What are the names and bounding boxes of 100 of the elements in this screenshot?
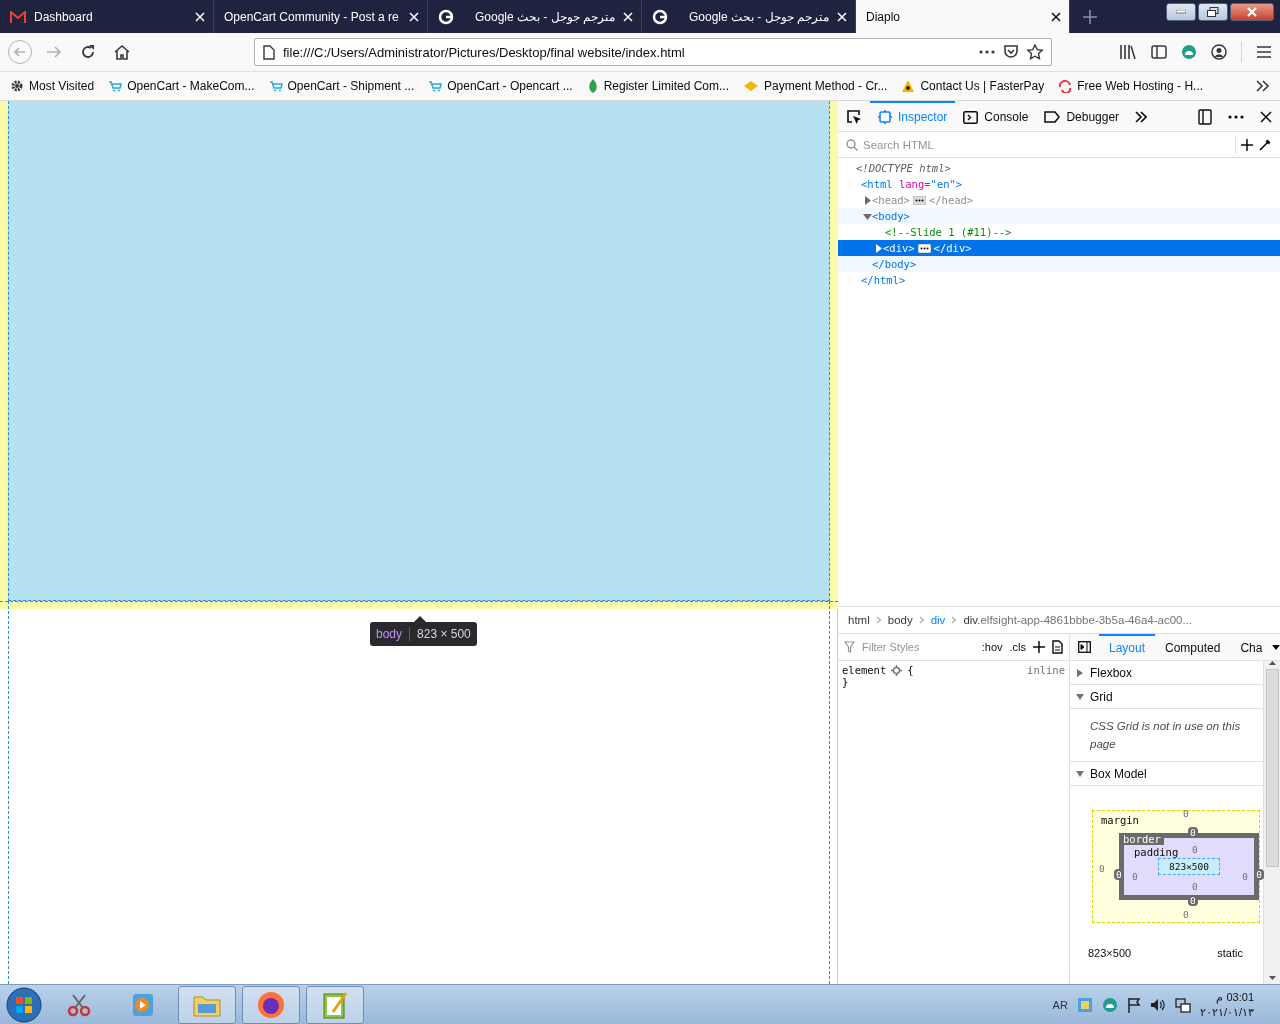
box-value: 0	[1183, 909, 1189, 920]
closing-tag: </html>	[861, 274, 906, 286]
cls-toggle[interactable]: .cls	[1009, 641, 1026, 653]
bookmark-item[interactable]: Contact Us | FasterPay	[901, 79, 1045, 93]
more-icon	[1228, 115, 1244, 119]
box-value: 0	[1192, 844, 1198, 855]
sidebar-tab[interactable]: Computed	[1155, 634, 1231, 660]
console-icon	[963, 110, 979, 124]
rule-source: inline	[1027, 664, 1065, 676]
bookmark-item[interactable]: Payment Method - Cr...	[743, 79, 888, 93]
home-icon	[114, 44, 130, 60]
mail-icon	[10, 10, 26, 23]
collapse-triangle-icon[interactable]	[863, 211, 872, 221]
brace: {	[907, 664, 914, 676]
taskbar-app[interactable]	[242, 985, 300, 1024]
devtools-tab[interactable]: Console	[955, 101, 1037, 131]
bookmark-item[interactable]: Most Visited	[10, 79, 95, 93]
tree-row[interactable]: <div> </div>	[838, 240, 1280, 256]
browser-tab[interactable]: Diaplo	[856, 0, 1070, 33]
dropdown-icon[interactable]	[1272, 644, 1280, 650]
clock[interactable]: 03:01 م ٢٠٢١/٠١/١٣	[1199, 989, 1254, 1020]
chevron-right-icon	[918, 616, 925, 624]
leaf-icon	[586, 78, 599, 94]
document-icon[interactable]	[1052, 640, 1063, 654]
expand-triangle-icon	[1076, 668, 1084, 677]
language-indicator[interactable]: AR	[1052, 998, 1068, 1011]
inspector-icon	[878, 110, 892, 124]
pick-cursor-icon	[846, 109, 862, 125]
star-icon[interactable]	[1027, 44, 1043, 60]
expand-triangle-icon[interactable]	[874, 243, 883, 253]
sidebar-icon[interactable]	[1151, 45, 1167, 59]
scroll-down-icon	[1268, 976, 1276, 980]
panel-toggle-icon[interactable]	[1078, 641, 1091, 653]
comment-text: <!--Slide 1 (#11)-->	[885, 226, 1012, 238]
page-icon	[263, 44, 275, 60]
ellipsis-icon[interactable]	[917, 243, 931, 253]
section-header[interactable]: Flexbox	[1070, 661, 1263, 685]
box-value: 0	[1192, 881, 1198, 892]
eyedropper-icon[interactable]	[1258, 137, 1272, 152]
minimize-icon	[1176, 10, 1186, 14]
close-icon	[1247, 7, 1257, 17]
tray-app-icon[interactable]	[1101, 996, 1118, 1013]
taskbar-app[interactable]	[306, 985, 364, 1024]
closing-tag: </head>	[928, 194, 974, 206]
flag-icon[interactable]	[1126, 996, 1141, 1013]
taskbar-app[interactable]	[178, 985, 236, 1024]
close-button[interactable]	[1230, 3, 1274, 21]
devtools-tab[interactable]: Debugger	[1036, 101, 1128, 131]
bookmark-item[interactable]: OpenCart - Shipment ...	[268, 79, 415, 93]
network-icon[interactable]	[1174, 996, 1191, 1013]
menu-icon[interactable]	[1256, 45, 1272, 59]
element-tag[interactable]: <body>	[872, 210, 910, 222]
restore-button[interactable]	[1198, 3, 1228, 21]
hov-toggle[interactable]: :hov	[981, 641, 1003, 653]
position-value: static	[1217, 947, 1243, 959]
sidebar-tab[interactable]: Cha	[1230, 634, 1273, 660]
address-field[interactable]: file:///C:/Users/Administrator/Pictures/Desktop/final website/index.html	[254, 38, 1052, 66]
border-value: 0	[1188, 827, 1198, 838]
collapse-triangle-icon	[1076, 769, 1084, 778]
account-icon[interactable]	[1211, 44, 1227, 60]
reload-icon	[80, 44, 96, 60]
border-value: 0	[1254, 869, 1264, 880]
bookmark-item[interactable]: OpenCart - MakeCom...	[108, 79, 255, 93]
add-icon[interactable]	[1241, 138, 1253, 151]
border-label: border	[1120, 833, 1164, 845]
start-button[interactable]	[6, 985, 44, 1024]
tree-row[interactable]: <body>	[838, 208, 1280, 224]
sidebar-tab[interactable]: Layout	[1099, 634, 1156, 660]
breadcrumb-item[interactable]: div	[930, 614, 946, 626]
breadcrumb-item[interactable]: div.elfsight-app-4861bbbe-3b5a-46a4-ac00...	[963, 614, 1193, 626]
margin-label: margin	[1101, 814, 1139, 826]
breadcrumb-item[interactable]: body	[887, 614, 913, 626]
speaker-icon[interactable]	[1149, 997, 1166, 1012]
box-value: 0	[1099, 863, 1105, 874]
tree-row[interactable]: <html lang="en">	[838, 176, 1280, 192]
pocket-icon[interactable]	[1003, 44, 1019, 60]
close-icon[interactable]	[1051, 11, 1061, 22]
add-icon[interactable]	[1033, 641, 1045, 653]
devtools-tab[interactable]: Inspector	[870, 101, 956, 131]
bookmark-item[interactable]: Free Web Hosting - H...	[1058, 79, 1204, 93]
cart-icon	[428, 80, 443, 92]
library-icon[interactable]	[1119, 44, 1137, 60]
breadcrumb-item[interactable]: html	[848, 614, 870, 626]
new-tab-icon[interactable]	[1083, 9, 1097, 24]
bookmark-item[interactable]: OpenCart - Opencart ...	[428, 79, 573, 93]
search-icon	[846, 138, 858, 151]
google-icon	[438, 8, 454, 25]
expand-triangle-icon[interactable]	[863, 195, 872, 205]
target-icon[interactable]	[891, 664, 903, 676]
element-tag[interactable]: <html lang="en">	[861, 178, 963, 190]
bookmark-item[interactable]: Register Limited Com...	[586, 78, 729, 94]
border-value: 0	[1114, 869, 1124, 880]
box-value: 0	[1132, 871, 1138, 882]
more-icon[interactable]	[979, 50, 995, 54]
google-icon	[652, 8, 668, 25]
element-tag[interactable]: <div>	[883, 242, 915, 254]
scrollbar[interactable]	[1263, 661, 1280, 984]
ellipsis-icon[interactable]	[912, 195, 926, 205]
chevron-right-icon[interactable]	[1256, 80, 1270, 92]
minimize-button[interactable]	[1166, 3, 1196, 21]
